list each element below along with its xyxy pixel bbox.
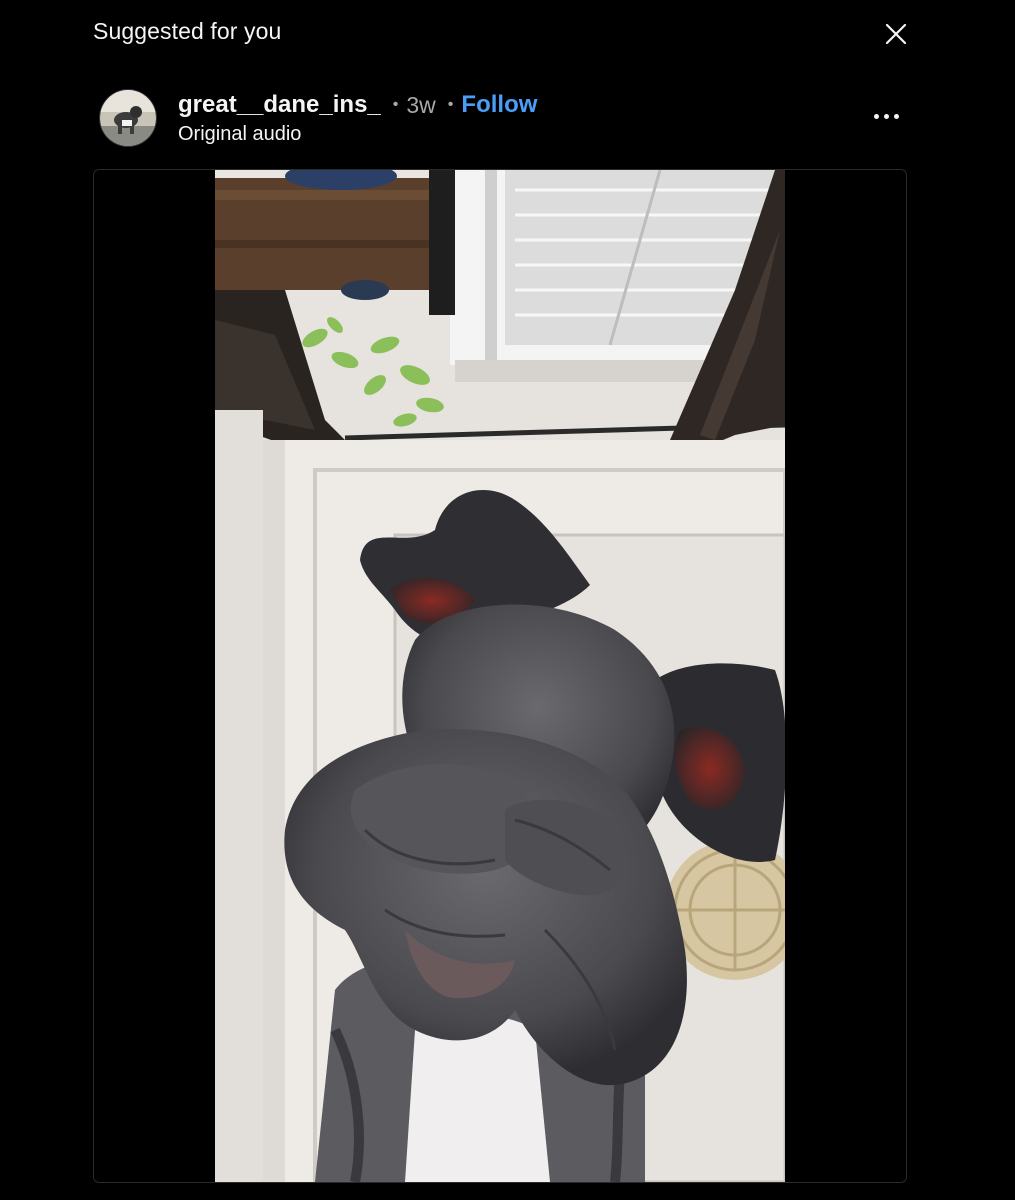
separator-dot: • [447,96,454,113]
post-age[interactable]: 3w [406,92,435,119]
follow-button[interactable]: Follow [461,91,537,119]
close-button[interactable] [880,18,912,50]
more-options-button[interactable] [866,102,906,130]
more-options-icon [873,113,879,119]
avatar[interactable] [100,90,156,146]
suggested-post-dialog: Suggested for you great__dane_ins_ • 3w [0,0,1015,1200]
separator-dot: • [392,96,399,113]
great-dane-photo [215,170,785,1182]
original-audio-link[interactable]: Original audio [178,123,301,146]
post-header: great__dane_ins_ • 3w • Follow Original … [100,88,915,152]
close-icon [885,23,907,45]
video-player[interactable] [215,170,785,1182]
media-frame [93,169,907,1183]
username-line: great__dane_ins_ • 3w • Follow [178,90,537,120]
username-link[interactable]: great__dane_ins_ [178,91,381,119]
dialog-title: Suggested for you [93,18,282,44]
